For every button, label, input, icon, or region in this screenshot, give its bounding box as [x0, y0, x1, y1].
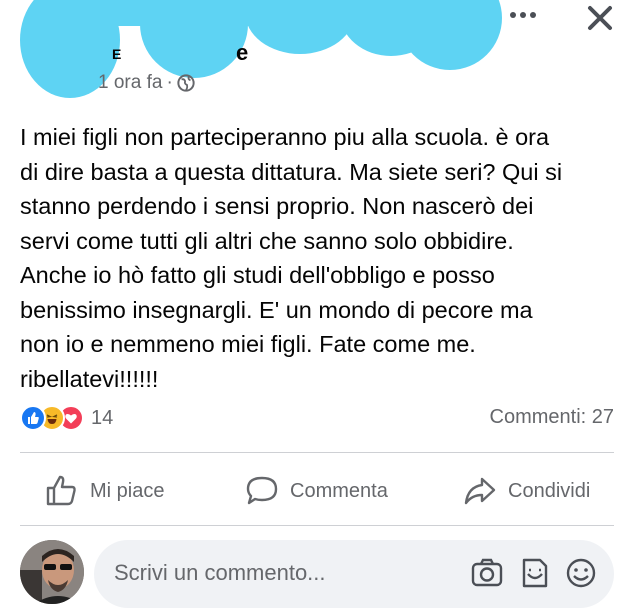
reactions-summary[interactable]: 14	[20, 404, 113, 432]
post-line: non io e nemmeno miei figli. Fate come m…	[20, 331, 476, 357]
like-button[interactable]: Mi piace	[44, 458, 164, 524]
reactions-count: 14	[91, 406, 114, 429]
author-name-fragment: E	[112, 46, 122, 62]
share-icon	[464, 477, 496, 505]
like-reaction-icon	[20, 405, 46, 431]
share-button[interactable]: Condividi	[462, 458, 590, 524]
post-meta: 1 ora fa ·	[98, 72, 195, 94]
comment-input[interactable]: Scrivi un commento...	[94, 540, 614, 608]
post-line: benissimo insegnargli. E' un mondo di pe…	[20, 296, 533, 323]
post-line: servi come tutti gli altri che sanno sol…	[20, 227, 514, 254]
post-body: I miei figli non parteciperanno piu alla…	[20, 120, 620, 396]
author-name[interactable]: e	[236, 40, 248, 66]
post-line: Anche io hò fatto gli studi dell'obbligo…	[20, 262, 495, 288]
thumbs-up-icon	[46, 475, 76, 506]
action-bar: Mi piace Commenta Condividi	[0, 458, 634, 524]
emoji-icon[interactable]	[564, 556, 598, 590]
like-label: Mi piace	[90, 479, 165, 502]
comment-icon	[246, 476, 278, 505]
post-line: stanno perdendo i sensi proprio. Non nas…	[20, 193, 534, 219]
post-line: di dire basta a questa dittatura. Ma sie…	[20, 158, 563, 185]
divider	[20, 525, 614, 526]
post-timestamp[interactable]: 1 ora fa	[98, 72, 162, 94]
share-label: Condividi	[508, 479, 591, 502]
post-line: ribellatevi!!!!!!	[20, 365, 159, 392]
comment-placeholder: Scrivi un commento...	[114, 560, 326, 585]
comments-count[interactable]: Commenti: 27	[490, 406, 615, 429]
meta-separator: ·	[166, 72, 173, 93]
globe-icon	[177, 74, 195, 92]
post-line: I miei figli non parteciperanno piu alla…	[20, 124, 550, 150]
comment-label: Commenta	[290, 479, 388, 502]
avatar[interactable]	[20, 540, 84, 604]
divider	[20, 452, 614, 453]
more-options-icon[interactable]	[510, 10, 542, 20]
camera-icon[interactable]	[470, 556, 504, 590]
redaction-mark	[90, 0, 420, 26]
close-icon[interactable]	[584, 2, 616, 34]
gif-icon[interactable]	[518, 556, 552, 590]
comment-button[interactable]: Commenta	[244, 458, 388, 524]
